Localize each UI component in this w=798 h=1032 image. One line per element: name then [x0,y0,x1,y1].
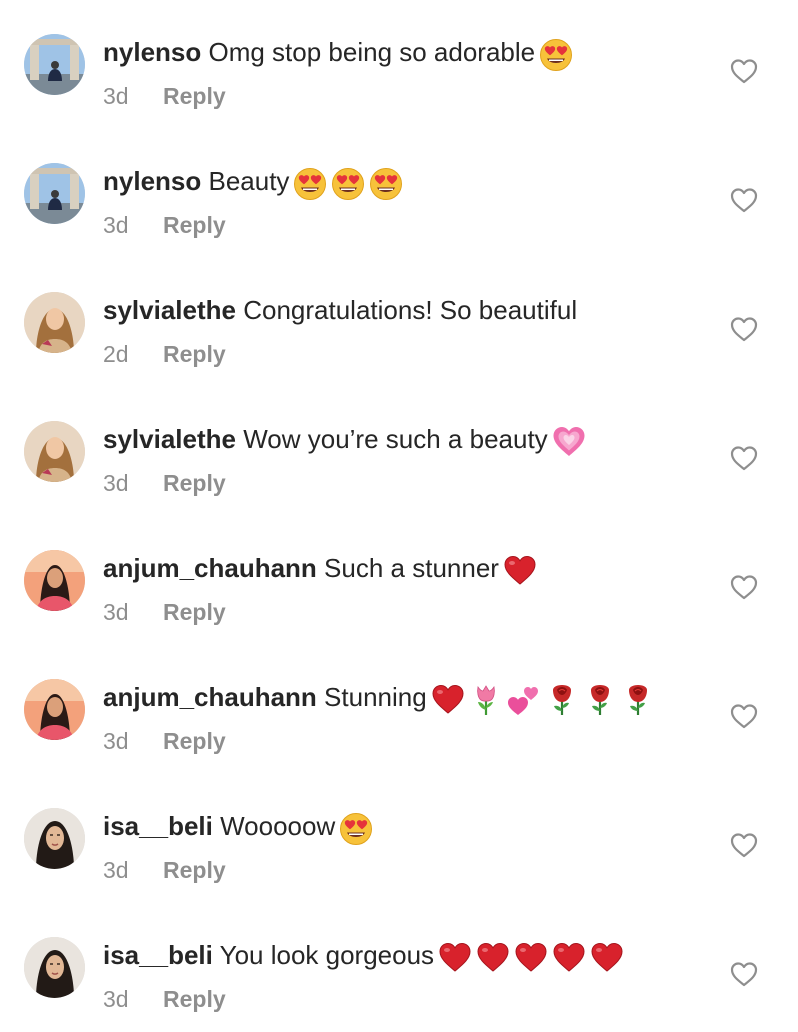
comment-meta: 3d Reply [103,82,226,110]
heart-eyes-emoji [331,167,365,201]
comment-emojis [339,810,377,846]
comment-row: anjum_chauhann Such a stunner 3d Reply [0,516,798,645]
comment-body: isa__beli You look gorgeous [103,938,628,975]
like-heart-icon[interactable] [730,703,758,729]
comment-meta: 3d Reply [103,469,226,497]
comment-username[interactable]: sylvialethe [103,424,236,454]
comment-meta: 3d Reply [103,856,226,884]
reply-button[interactable]: Reply [163,986,226,1012]
like-heart-icon[interactable] [730,961,758,987]
comment-meta: 3d Reply [103,211,226,239]
comment-username[interactable]: anjum_chauhann [103,553,317,583]
like-heart-icon[interactable] [730,316,758,342]
avatar[interactable] [24,34,85,95]
comment-text: Stunning [316,682,427,712]
avatar[interactable] [24,808,85,869]
red-heart-emoji [503,554,537,588]
comment-row: anjum_chauhann Stunning 3d Reply [0,645,798,774]
comment-body: anjum_chauhann Stunning [103,680,659,717]
avatar[interactable] [24,421,85,482]
avatar[interactable] [24,163,85,224]
rose-emoji [621,683,655,717]
red-heart-emoji [590,941,624,975]
comment-body: sylvialethe Wow you’re such a beauty [103,422,590,459]
comment-meta: 3d Reply [103,727,226,755]
comment-emojis [552,423,590,459]
avatar[interactable] [24,550,85,611]
red-heart-emoji [438,941,472,975]
comment-emojis [539,36,577,72]
like-heart-icon[interactable] [730,832,758,858]
comment-username[interactable]: isa__beli [103,811,213,841]
comment-timestamp: 3d [103,83,129,109]
comment-row: isa__beli You look gorgeous 3d Reply [0,903,798,1032]
heart-eyes-emoji [339,812,373,846]
comment-timestamp: 3d [103,212,129,238]
comment-row: sylvialethe Wow you’re such a beauty 3d Re… [0,387,798,516]
comment-emojis [503,552,541,588]
avatar[interactable] [24,679,85,740]
like-heart-icon[interactable] [730,58,758,84]
red-heart-emoji [476,941,510,975]
comment-timestamp: 2d [103,341,129,367]
heart-eyes-emoji [539,38,573,72]
comment-username[interactable]: sylvialethe [103,295,236,325]
rose-emoji [545,683,579,717]
comment-timestamp: 3d [103,470,129,496]
reply-button[interactable]: Reply [163,212,226,238]
two-hearts-emoji [507,683,541,717]
comment-body: anjum_chauhann Such a stunner [103,551,541,588]
comment-meta: 3d Reply [103,985,226,1013]
red-heart-emoji [431,683,465,717]
comment-text: Such a stunner [316,553,499,583]
comment-row: nylenso Omg stop being so adorable 3d Repl… [0,0,798,129]
reply-button[interactable]: Reply [163,728,226,754]
comment-username[interactable]: nylenso [103,166,201,196]
comment-timestamp: 3d [103,986,129,1012]
avatar[interactable] [24,937,85,998]
comment-meta: 2d Reply [103,340,226,368]
reply-button[interactable]: Reply [163,470,226,496]
like-heart-icon[interactable] [730,574,758,600]
comment-timestamp: 3d [103,728,129,754]
comment-emojis [438,939,628,975]
comment-timestamp: 3d [103,599,129,625]
growing-heart-emoji [552,425,586,459]
comment-text: You look gorgeous [212,940,435,970]
heart-eyes-emoji [369,167,403,201]
comment-row: sylvialethe Congratulations! So beautifu… [0,258,798,387]
comment-body: nylenso Beauty [103,164,407,201]
comment-emojis [293,165,407,201]
tulip-emoji [469,683,503,717]
comment-row: isa__beli Wooooow 3d Reply [0,774,798,903]
red-heart-emoji [552,941,586,975]
comment-text: Omg stop being so adorable [201,37,536,67]
comment-meta: 3d Reply [103,598,226,626]
comment-text: Congratulations! So beautiful [235,295,578,325]
comment-username[interactable]: anjum_chauhann [103,682,317,712]
reply-button[interactable]: Reply [163,83,226,109]
comment-text: Wow you’re such a beauty [235,424,548,454]
comment-text: Beauty [201,166,290,196]
comment-body: nylenso Omg stop being so adorable [103,35,577,72]
like-heart-icon[interactable] [730,187,758,213]
red-heart-emoji [514,941,548,975]
comment-timestamp: 3d [103,857,129,883]
comment-emojis [431,681,659,717]
comment-body: isa__beli Wooooow [103,809,377,846]
rose-emoji [583,683,617,717]
reply-button[interactable]: Reply [163,341,226,367]
comment-text: Wooooow [212,811,336,841]
comment-username[interactable]: nylenso [103,37,201,67]
comment-username[interactable]: isa__beli [103,940,213,970]
reply-button[interactable]: Reply [163,857,226,883]
like-heart-icon[interactable] [730,445,758,471]
comment-body: sylvialethe Congratulations! So beautifu… [103,293,577,327]
avatar[interactable] [24,292,85,353]
comment-row: nylenso Beauty 3d Reply [0,129,798,258]
heart-eyes-emoji [293,167,327,201]
reply-button[interactable]: Reply [163,599,226,625]
